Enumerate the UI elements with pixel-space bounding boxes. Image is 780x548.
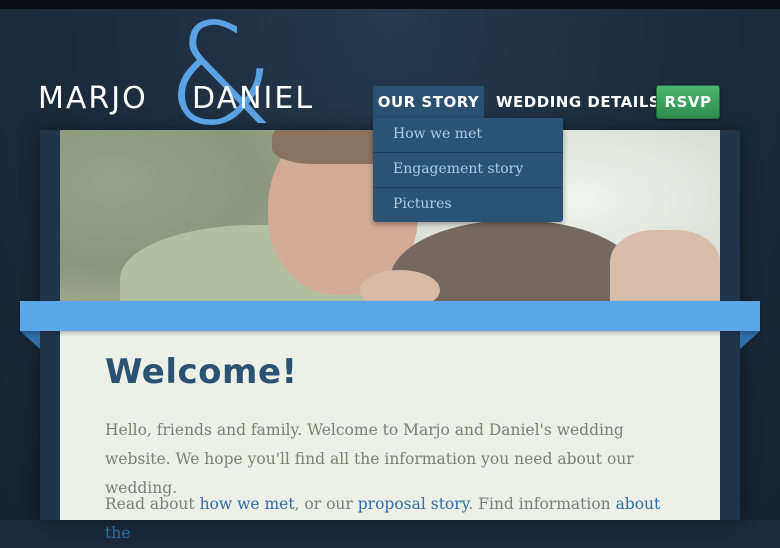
how-we-met-link[interactable]: how we met	[200, 495, 295, 513]
proposal-story-link[interactable]: proposal story	[358, 495, 469, 513]
our-story-dropdown: How we met Engagement story Pictures	[373, 118, 563, 222]
logo-name-daniel: DANIEL	[192, 81, 315, 116]
dropdown-item-pictures[interactable]: Pictures	[373, 188, 563, 222]
top-bar	[0, 0, 780, 9]
nav-wedding-details[interactable]: WEDDING DETAILS	[496, 86, 660, 118]
rsvp-button[interactable]: RSVP	[656, 85, 720, 119]
ribbon-fold-right	[740, 331, 760, 349]
ribbon-fold-left	[20, 331, 40, 349]
para2-text-3: . Find information	[468, 495, 616, 513]
para2-text-2: , or our	[294, 495, 358, 513]
links-paragraph: Read about how we met, or our proposal s…	[105, 490, 680, 548]
main-content: Welcome! Hello, friends and family. Welc…	[60, 330, 720, 542]
logo-ampersand: &	[166, 0, 276, 157]
dropdown-item-how-we-met[interactable]: How we met	[373, 118, 563, 153]
nav-our-story[interactable]: OUR STORY	[373, 86, 484, 118]
para2-text-1: Read about	[105, 495, 200, 513]
ribbon-banner	[20, 301, 760, 331]
logo-name-marjo: MARJO	[38, 81, 148, 116]
dropdown-item-engagement-story[interactable]: Engagement story	[373, 153, 563, 188]
page-title: Welcome!	[105, 352, 298, 392]
